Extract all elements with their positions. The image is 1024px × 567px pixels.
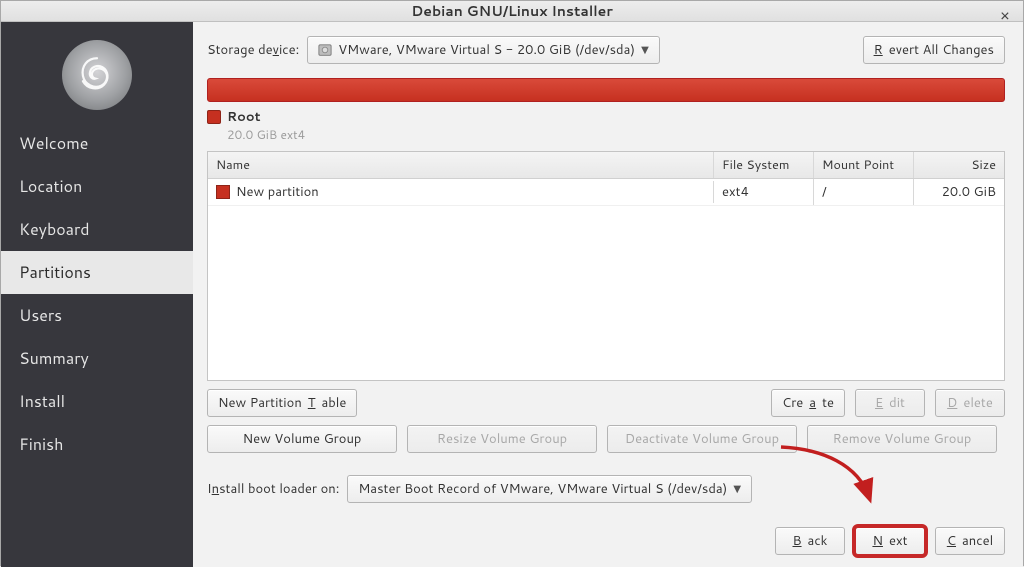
titlebar: Debian GNU/Linux Installer × [1,1,1023,22]
vg-actions: New Volume Group Resize Volume Group Dea… [207,425,1005,453]
sidebar-item-keyboard[interactable]: Keyboard [1,208,193,251]
deactivate-volume-group-button: Deactivate Volume Group [607,425,797,453]
sidebar-item-install[interactable]: Install [1,380,193,423]
sidebar-item-partitions[interactable]: Partitions [1,251,193,294]
partition-actions: New Partition Table Create Edit Delete [207,389,1005,417]
sidebar-item-users[interactable]: Users [1,294,193,337]
disk-icon [318,43,332,57]
chevron-down-icon: ▼ [733,482,741,496]
partition-name: New partition [236,183,319,201]
main-panel: Storage device: VMware, VMware Virtual S… [193,22,1023,567]
table-header: Name File System Mount Point Size [208,152,1004,179]
wizard-footer: Back Next Cancel [207,527,1005,555]
partition-table: Name File System Mount Point Size New pa… [207,151,1005,381]
partition-size: 20.0 GiB [914,179,1004,205]
partition-swatch [216,185,230,199]
window-title: Debian GNU/Linux Installer [1,1,1023,21]
edit-button: Edit [855,389,925,417]
sidebar-item-finish[interactable]: Finish [1,423,193,466]
storage-label: Storage device: [207,41,299,59]
cancel-button[interactable]: Cancel [935,527,1005,555]
delete-button: Delete [935,389,1005,417]
back-button[interactable]: Back [775,527,845,555]
window-body: Welcome Location Keyboard Partitions Use… [1,22,1023,567]
bootloader-combo[interactable]: Master Boot Record of VMware, VMware Vir… [347,475,752,503]
storage-device-combo[interactable]: VMware, VMware Virtual S - 20.0 GiB (/de… [307,36,660,64]
table-row[interactable]: New partition ext4 / 20.0 GiB [208,179,1004,206]
table-body: New partition ext4 / 20.0 GiB [208,179,1004,380]
create-button[interactable]: Create [771,389,845,417]
bootloader-row: Install boot loader on: Master Boot Reco… [207,475,1005,503]
root-subtitle: 20.0 GiB ext4 [227,126,1005,143]
root-name: Root [227,108,261,126]
bootloader-value: Master Boot Record of VMware, VMware Vir… [358,480,727,498]
col-filesystem[interactable]: File System [714,152,814,178]
partition-mp: / [814,179,914,205]
col-size[interactable]: Size [914,152,1004,178]
root-usage-bar [207,78,1005,102]
storage-device-value: VMware, VMware Virtual S - 20.0 GiB (/de… [338,41,635,59]
chevron-down-icon: ▼ [641,43,649,57]
sidebar-item-location[interactable]: Location [1,165,193,208]
sidebar-item-welcome[interactable]: Welcome [1,122,193,165]
storage-row: Storage device: VMware, VMware Virtual S… [207,36,1005,64]
root-legend: Root [207,108,1005,126]
revert-button[interactable]: Revert All Changes [863,36,1005,64]
remove-volume-group-button: Remove Volume Group [807,425,997,453]
partition-fs: ext4 [714,179,814,205]
root-swatch [207,110,221,124]
debian-logo [62,40,132,110]
installer-window: Debian GNU/Linux Installer × Welcome Loc… [0,0,1024,566]
sidebar-item-summary[interactable]: Summary [1,337,193,380]
new-partition-table-button[interactable]: New Partition Table [207,389,357,417]
new-volume-group-button[interactable]: New Volume Group [207,425,397,453]
col-name[interactable]: Name [208,152,714,178]
resize-volume-group-button: Resize Volume Group [407,425,597,453]
bootloader-label: Install boot loader on: [207,480,339,498]
swirl-icon [75,53,119,97]
next-button[interactable]: Next [855,527,925,555]
sidebar: Welcome Location Keyboard Partitions Use… [1,22,193,567]
col-mountpoint[interactable]: Mount Point [814,152,914,178]
